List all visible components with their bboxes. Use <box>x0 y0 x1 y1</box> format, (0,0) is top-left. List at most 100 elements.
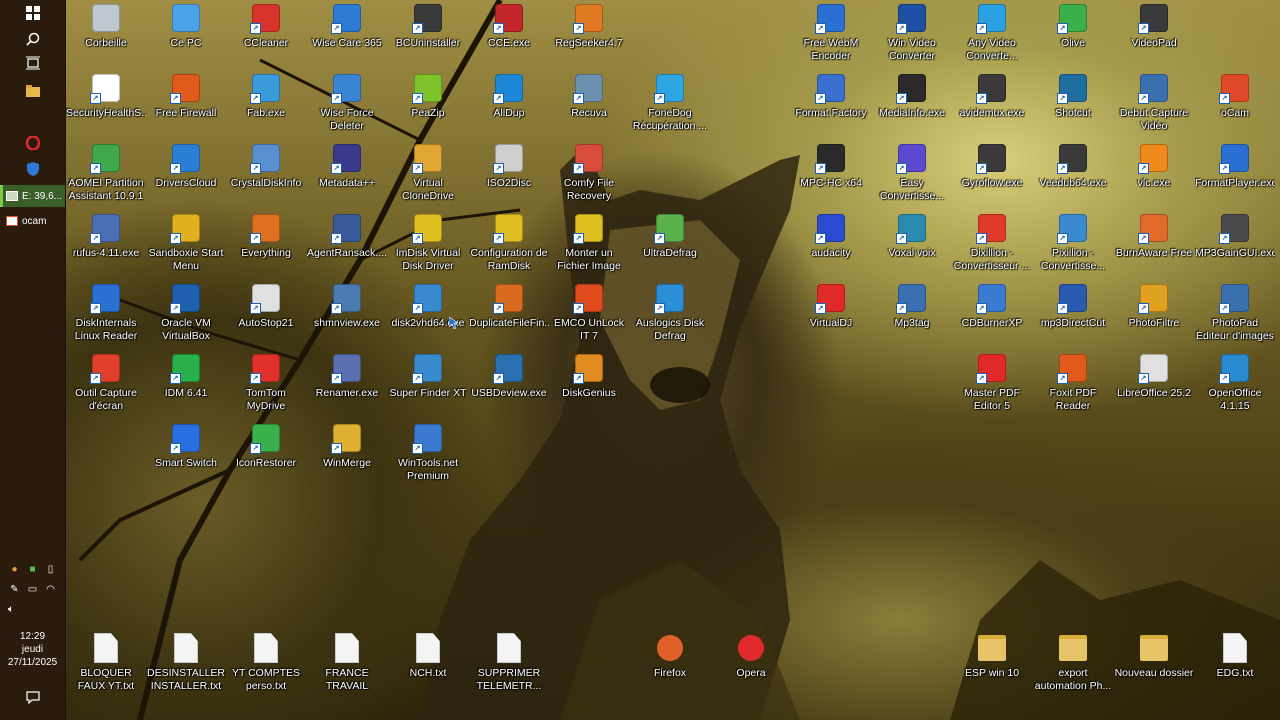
desktop-icon-bloquer-faux-yt-txt[interactable]: BLOQUER FAUX YT.txt <box>66 630 146 696</box>
desktop-icon-ccleaner[interactable]: ↗ CCleaner <box>226 0 306 66</box>
desktop-icon-nch-txt[interactable]: NCH.txt <box>388 630 468 696</box>
desktop-icon-tomtom-mydrive-connect[interactable]: ↗ TomTom MyDrive Connect <box>226 350 306 416</box>
desktop-icon-virtual-clonedrive[interactable]: ↗ Virtual CloneDrive <box>388 140 468 206</box>
desktop-icon-videopad[interactable]: ↗ VideoPad <box>1114 0 1194 66</box>
desktop-icon-smart-switch[interactable]: ↗ Smart Switch <box>146 420 226 486</box>
desktop-icon-mediainfo-exe[interactable]: ↗ MediaInfo.exe <box>872 70 952 136</box>
desktop-icon-recuva[interactable]: ↗ Recuva <box>549 70 629 136</box>
desktop-icon-formatplayer-exe[interactable]: ↗ FormatPlayer.exe <box>1195 140 1275 206</box>
taskbar-window-drive[interactable]: E: 39,6... <box>0 185 65 207</box>
desktop-icon-france-travail-contact-txt[interactable]: FRANCE TRAVAIL contact.txt <box>307 630 387 696</box>
desktop-icon-mp3directcut[interactable]: ↗ mp3DirectCut <box>1033 280 1113 346</box>
desktop-icon-emco-unlock-it-7[interactable]: ↗ EMCO UnLock IT 7 <box>549 280 629 346</box>
pen-icon[interactable]: ✎ <box>9 583 21 595</box>
desktop-icon-voxal-voix[interactable]: ↗ Voxal voix <box>872 210 952 276</box>
desktop-icon-auslogics-disk-defrag[interactable]: ↗ Auslogics Disk Defrag <box>630 280 710 346</box>
desktop-icon-iso2disc[interactable]: ↗ ISO2Disc <box>469 140 549 206</box>
desktop-icon-idm-6-41[interactable]: ↗ IDM 6.41 <box>146 350 226 416</box>
desktop-icon-cdburnerxp[interactable]: ↗ CDBurnerXP <box>952 280 1032 346</box>
desktop-icon-win-video-converter[interactable]: ↗ Win Video Converter <box>872 0 952 66</box>
desktop-icon-virtualdj[interactable]: ↗ VirtualDJ <box>791 280 871 346</box>
desktop-icon-usbdeview-exe[interactable]: ↗ USBDeview.exe <box>469 350 549 416</box>
desktop-icon-free-firewall[interactable]: ↗ Free Firewall <box>146 70 226 136</box>
desktop-icon-ultradefrag[interactable]: ↗ UltraDefrag <box>630 210 710 276</box>
desktop-icon-photofiltre[interactable]: ↗ PhotoFiltre <box>1114 280 1194 346</box>
desktop-icon-rufus-4-11-exe[interactable]: ↗ rufus-4.11.exe <box>66 210 146 276</box>
taskbar-clock[interactable]: 12:29 jeudi 27/11/2025 <box>0 630 65 669</box>
desktop-icon-ce-pc[interactable]: Ce PC <box>146 0 226 66</box>
desktop-icon-free-webm-encoder[interactable]: ↗ Free WebM Encoder <box>791 0 871 66</box>
desktop-icon-wise-force-deleter[interactable]: ↗ Wise Force Deleter <box>307 70 387 136</box>
desktop-icon-shotcut[interactable]: ↗ Shotcut <box>1033 70 1113 136</box>
desktop-icon-renamer-exe[interactable]: ↗ Renamer.exe <box>307 350 387 416</box>
desktop-icon-disk2vhd64-exe[interactable]: ↗ disk2vhd64.exe <box>388 280 468 346</box>
usb-icon[interactable]: ▯ <box>45 563 57 575</box>
desktop-icon-agentransack[interactable]: ↗ AgentRansack.... <box>307 210 387 276</box>
desktop-icon-export-automation-ph[interactable]: export automation Ph... <box>1033 630 1113 696</box>
desktop-icon-configuration-de-ramdisk[interactable]: ↗ Configuration de RamDisk <box>469 210 549 276</box>
desktop-icon-bcuninstaller[interactable]: ↗ BCUninstaller <box>388 0 468 66</box>
start-button[interactable] <box>0 0 65 26</box>
desktop-icon-driverscloud[interactable]: ↗ DriversCloud <box>146 140 226 206</box>
desktop-icon-comfy-file-recovery[interactable]: ↗ Comfy File Recovery <box>549 140 629 206</box>
desktop-icon-audacity[interactable]: ↗ audacity <box>791 210 871 276</box>
desktop-icon-crystaldiskinfo[interactable]: ↗ CrystalDiskInfo <box>226 140 306 206</box>
desktop-icon-any-video-converte[interactable]: ↗ Any Video Converte... <box>952 0 1032 66</box>
desktop-icon-alldup[interactable]: ↗ AllDup <box>469 70 549 136</box>
desktop-icon-olive[interactable]: ↗ Olive <box>1033 0 1113 66</box>
desktop-icon-desinstaller-installer-txt[interactable]: DESINSTALLER INSTALLER.txt <box>146 630 226 696</box>
desktop-icon-firefox[interactable]: Firefox <box>630 630 710 696</box>
desktop-icon-aomei-partition-assistant-10-9-1[interactable]: ↗ AOMEI Partition Assistant 10.9.1 <box>66 140 146 206</box>
desktop-icon-sandboxie-start-menu[interactable]: ↗ Sandboxie Start Menu <box>146 210 226 276</box>
desktop-icon-regseeker4-7[interactable]: ↗ RegSeeker4.7 <box>549 0 629 66</box>
taskbar-window-ocam[interactable]: ocam <box>0 210 65 232</box>
desktop-icon-iconrestorer[interactable]: ↗ IconRestorer <box>226 420 306 486</box>
desktop-icon-diskinternals-linux-reader[interactable]: ↗ DiskInternals Linux Reader <box>66 280 146 346</box>
desktop-icon-diskgenius[interactable]: ↗ DiskGenius <box>549 350 629 416</box>
network-icon[interactable]: ● <box>9 563 21 575</box>
desktop-icon-winmerge[interactable]: ↗ WinMerge <box>307 420 387 486</box>
desktop-icon-shmnview-exe[interactable]: ↗ shmnview.exe <box>307 280 387 346</box>
desktop-icon-corbeille[interactable]: Corbeille <box>66 0 146 66</box>
desktop-icon-fonedog-r-cup-ration[interactable]: ↗ FoneDog Récupération ... <box>630 70 710 136</box>
desktop-icon-wise-care-365[interactable]: ↗ Wise Care 365 <box>307 0 387 66</box>
pinned-security[interactable] <box>0 156 65 182</box>
desktop-icon-openoffice-4-1-15[interactable]: ↗ OpenOffice 4.1.15 <box>1195 350 1275 416</box>
desktop-icon-pixillion-convertisse[interactable]: ↗ Pixillion - Convertisse... <box>1033 210 1113 276</box>
desktop-icon-avidemux-exe[interactable]: ↗ avidemux.exe <box>952 70 1032 136</box>
desktop-icon-opera[interactable]: Opera <box>711 630 791 696</box>
volume-icon[interactable]: 🔈︎ <box>5 603 17 615</box>
battery-icon[interactable]: ▭ <box>27 583 39 595</box>
wifi-icon[interactable]: ◠ <box>45 583 57 595</box>
notification-button[interactable] <box>0 684 65 710</box>
desktop-icon-peazip[interactable]: ↗ PeaZip <box>388 70 468 136</box>
desktop-icon-mp3gaingui-exe[interactable]: ↗ MP3GainGUI.exe <box>1195 210 1275 276</box>
desktop-icon-everything[interactable]: ↗ Everything <box>226 210 306 276</box>
desktop-icon-master-pdf-editor-5[interactable]: ↗ Master PDF Editor 5 <box>952 350 1032 416</box>
desktop-icon-securityhealths[interactable]: ↗ SecurityHealthS... <box>66 70 146 136</box>
desktop-icon-mpc-hc-x64[interactable]: ↗ MPC-HC x64 <box>791 140 871 206</box>
pinned-explorer[interactable] <box>0 78 65 104</box>
desktop-icon-debut-capture-vid-o[interactable]: ↗ Debut Capture Vidéo <box>1114 70 1194 136</box>
desktop-icon-libreoffice-25-2[interactable]: ↗ LibreOffice 25.2 <box>1114 350 1194 416</box>
desktop-icon-dixillion-convertisseur[interactable]: ↗ Dixillion - Convertisseur ... <box>952 210 1032 276</box>
desktop-icon-monter-un-fichier-image[interactable]: ↗ Monter un Fichier Image <box>549 210 629 276</box>
desktop-icon-autostop21[interactable]: ↗ AutoStop21 <box>226 280 306 346</box>
desktop-icon-fab-exe[interactable]: ↗ Fab.exe <box>226 70 306 136</box>
desktop-icon-yt-comptes-perso-txt[interactable]: YT COMPTES perso.txt <box>226 630 306 696</box>
desktop-icon-foxit-pdf-reader[interactable]: ↗ Foxit PDF Reader <box>1033 350 1113 416</box>
desktop-icon-outil-capture-d-cran[interactable]: ↗ Outil Capture d'écran <box>66 350 146 416</box>
desktop-icon-burnaware-free[interactable]: ↗ BurnAware Free <box>1114 210 1194 276</box>
desktop-icon-easy-convertisse[interactable]: ↗ Easy Convertisse... <box>872 140 952 206</box>
desktop-icon-nouveau-dossier[interactable]: Nouveau dossier <box>1114 630 1194 696</box>
desktop-icon-mp3tag[interactable]: ↗ Mp3tag <box>872 280 952 346</box>
desktop-icon-wintools-net-premium[interactable]: ↗ WinTools.net Premium <box>388 420 468 486</box>
desktop-icon-super-finder-xt[interactable]: ↗ Super Finder XT <box>388 350 468 416</box>
desktop-icon-vlc-exe[interactable]: ↗ vlc.exe <box>1114 140 1194 206</box>
desktop-icon-format-factory[interactable]: ↗ Format Factory <box>791 70 871 136</box>
pinned-opera[interactable] <box>0 130 65 156</box>
desktop-icon-oracle-vm-virtualbox[interactable]: ↗ Oracle VM VirtualBox <box>146 280 226 346</box>
defender-icon[interactable]: ■ <box>27 563 39 575</box>
desktop-icon-esp-win-10[interactable]: ESP win 10 <box>952 630 1032 696</box>
desktop-icon-duplicatefilefin[interactable]: ↗ DuplicateFileFin... <box>469 280 549 346</box>
